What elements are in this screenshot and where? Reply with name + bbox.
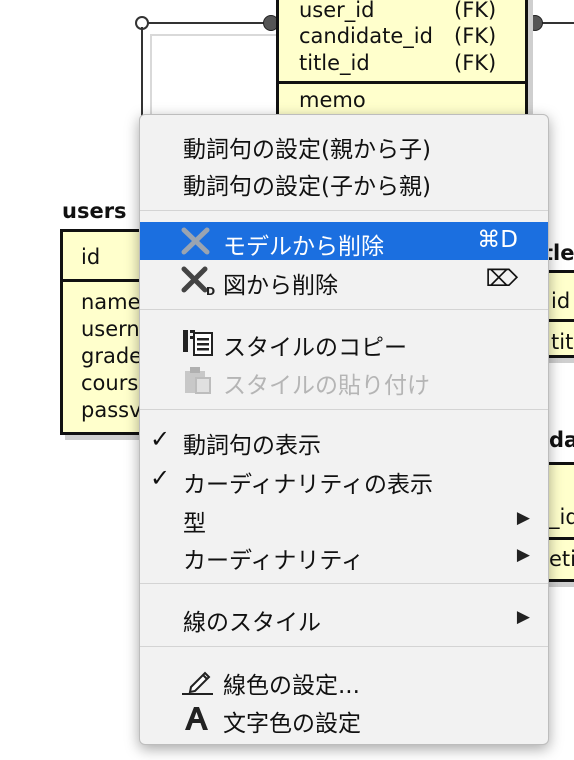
entity-attribute: user_id	[299, 0, 375, 22]
menu-item-show-verb-phrase[interactable]: ✓ 動詞句の表示	[140, 421, 548, 459]
fk-label: (FK)	[454, 0, 497, 22]
entity-attribute: name	[81, 290, 141, 314]
menu-item-label: 動詞句の設定(親から子)	[183, 137, 431, 163]
entity-attribute: usern	[81, 317, 140, 341]
menu-item-cardinality[interactable]: カーディナリティ ▶	[140, 536, 548, 574]
delete-from-diagram-icon: D	[181, 265, 215, 298]
menu-item-label: 動詞句の設定(子から親)	[183, 174, 431, 200]
menu-item-label: カーディナリティの表示	[183, 472, 434, 498]
menu-separator	[140, 646, 548, 647]
svg-text:D: D	[206, 285, 215, 295]
text-color-icon	[181, 703, 215, 733]
menu-separator	[140, 409, 548, 410]
entity-divider	[63, 279, 147, 282]
menu-item-label: 動詞句の表示	[183, 433, 321, 459]
menu-item-show-cardinality[interactable]: ✓ カーディナリティの表示	[140, 460, 548, 498]
menu-item-delete-from-diagram[interactable]: D 図から削除 ⌦	[140, 261, 548, 299]
menu-separator	[140, 309, 548, 310]
pencil-icon	[181, 665, 215, 695]
menu-separator	[140, 583, 548, 584]
menu-item-label: スタイルの貼り付け	[223, 373, 430, 399]
fk-label: (FK)	[454, 24, 497, 48]
fk-label: (FK)	[454, 51, 497, 75]
menu-item-label: スタイルのコピー	[223, 335, 407, 361]
submenu-arrow-icon: ▶	[516, 607, 530, 627]
menu-item-label: カーディナリティ	[183, 548, 365, 574]
entity-primary-key: id	[81, 245, 101, 269]
menu-item-paste-style[interactable]: スタイルの貼り付け	[140, 361, 548, 399]
checkmark-icon: ✓	[150, 464, 171, 492]
menu-item-line-style[interactable]: 線のスタイル ▶	[140, 598, 548, 636]
entity-attribute: tit	[551, 330, 574, 354]
entity-top[interactable]: user_id (FK) candidate_id (FK) title_id …	[276, 0, 528, 130]
paste-style-icon	[181, 365, 215, 395]
entity-title-users[interactable]: users	[62, 199, 127, 223]
entity-attribute: candidate_id	[299, 24, 433, 48]
checkmark-icon: ✓	[150, 425, 171, 453]
menu-item-copy-style[interactable]: スタイルのコピー	[140, 323, 548, 361]
menu-separator	[140, 210, 548, 211]
menu-item-set-verb-phrase-child-to-parent[interactable]: 動詞句の設定(子から親)	[140, 162, 548, 200]
menu-item-label: モデルから削除	[223, 234, 384, 260]
entity-divider	[279, 81, 525, 84]
entity-attribute: etir	[549, 547, 574, 571]
menu-item-label: 線のスタイル	[183, 610, 321, 636]
entity-attribute: cours	[81, 371, 139, 395]
keyboard-shortcut: ⌘D	[477, 227, 518, 253]
entity-attribute: title_id	[299, 51, 370, 75]
menu-item-set-line-color[interactable]: 線色の設定...	[140, 661, 548, 699]
menu-item-set-verb-phrase-parent-to-child[interactable]: 動詞句の設定(親から子)	[140, 125, 548, 163]
menu-item-delete-from-model[interactable]: モデルから削除 ⌘D	[140, 222, 548, 260]
selection-box	[150, 34, 278, 118]
context-menu: 動詞句の設定(親から子) 動詞句の設定(子から親) モデルから削除 ⌘D D 図…	[139, 114, 549, 745]
entity-attribute: grade	[81, 344, 143, 368]
copy-style-icon	[181, 327, 215, 357]
relationship-endpoint-filled[interactable]	[527, 15, 543, 31]
entity-users[interactable]: id name usern grade cours passv	[60, 229, 150, 435]
entity-attribute: memo	[299, 88, 366, 112]
menu-item-label: 文字色の設定	[223, 711, 361, 737]
entity-title-candidates[interactable]: da	[549, 428, 574, 452]
keyboard-shortcut: ⌦	[485, 266, 518, 292]
menu-item-label: 線色の設定...	[223, 673, 360, 699]
menu-item-label: 型	[183, 511, 206, 537]
relationship-line[interactable]	[146, 22, 276, 24]
delete-x-icon	[181, 226, 215, 256]
menu-item-set-text-color[interactable]: 文字色の設定	[140, 699, 548, 737]
entity-primary-key: _id	[549, 505, 574, 529]
menu-item-type[interactable]: 型 ▶	[140, 499, 548, 537]
entity-primary-key: id	[551, 289, 571, 313]
submenu-arrow-icon: ▶	[516, 508, 530, 528]
submenu-arrow-icon: ▶	[516, 545, 530, 565]
entity-attribute: passv	[81, 398, 142, 422]
menu-item-label: 図から削除	[223, 273, 338, 299]
